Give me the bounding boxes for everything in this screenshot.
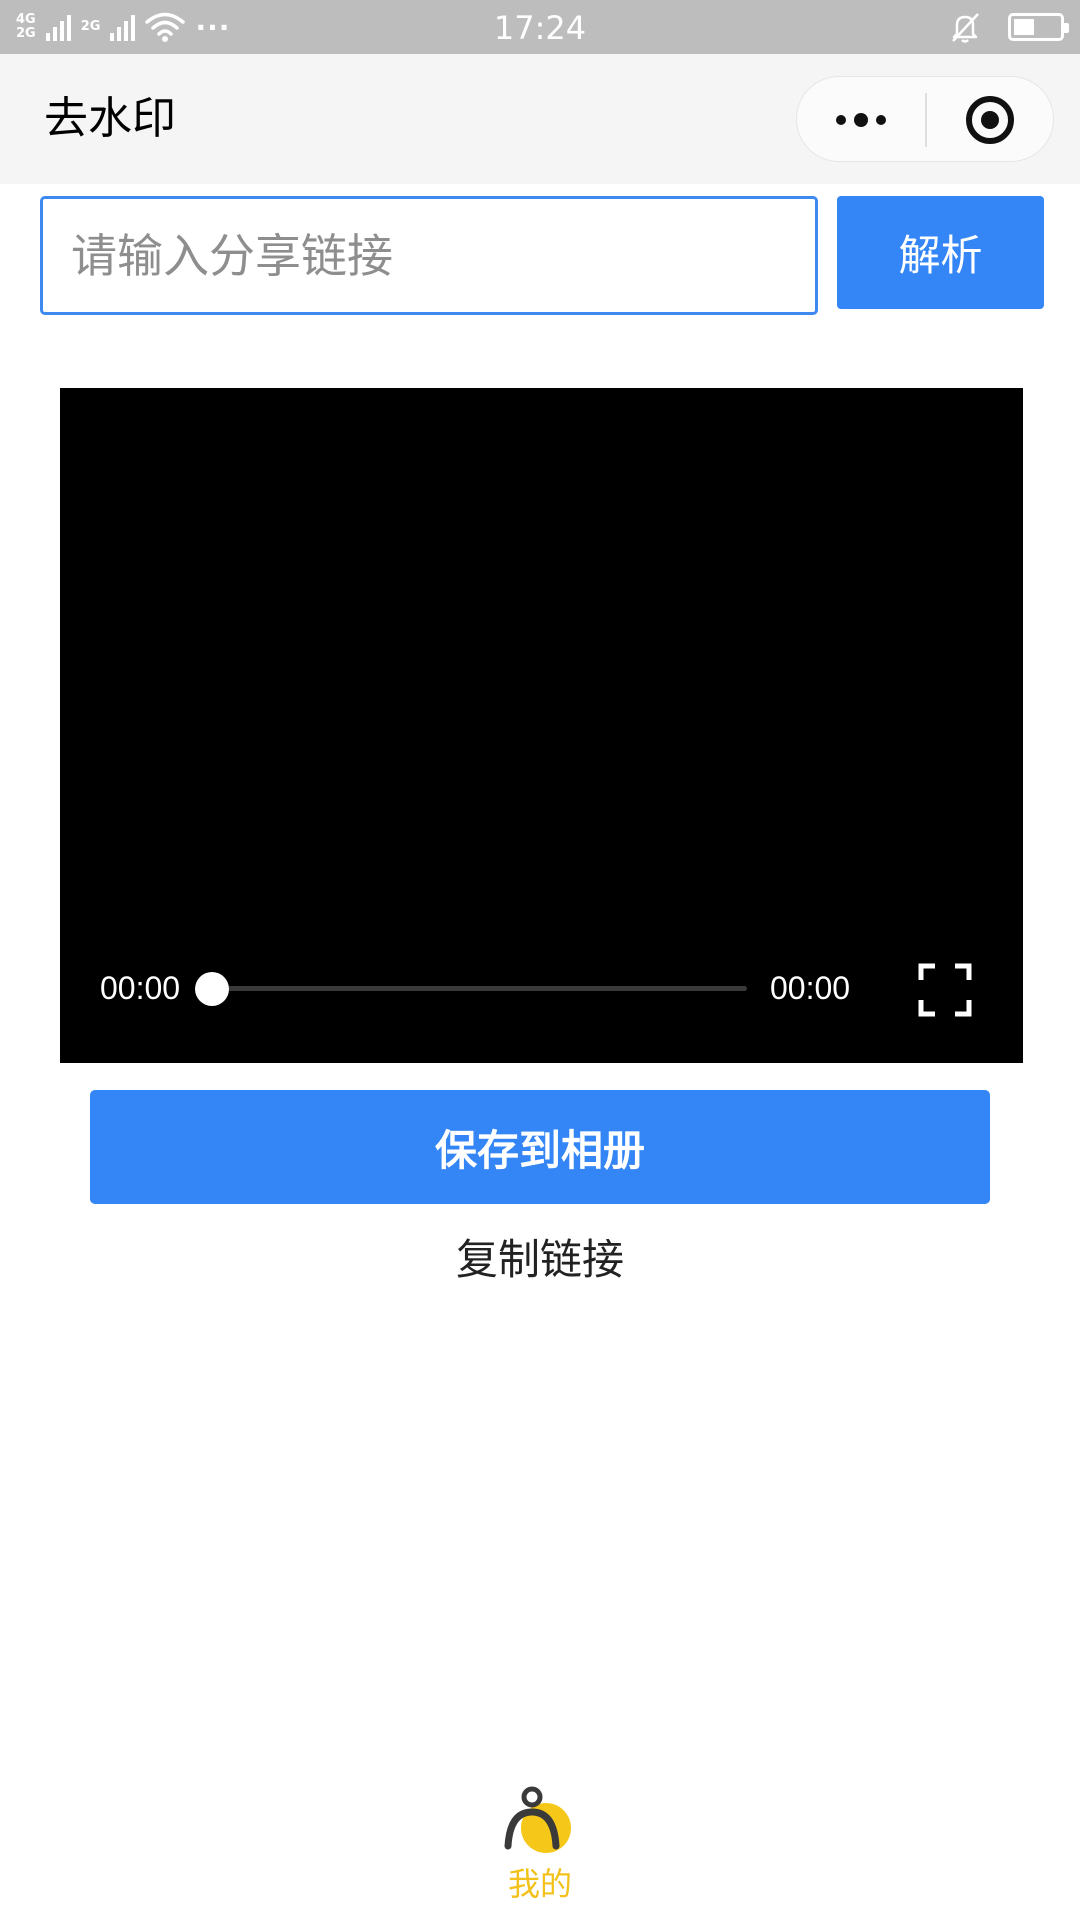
fullscreen-icon[interactable] [917,962,973,1018]
video-player[interactable]: 00:00 00:00 [60,388,1023,1063]
tab-mine-label: 我的 [507,1865,572,1903]
battery-fill [1014,19,1034,35]
nav-bar: 去水印 [0,54,1080,184]
target-circle-icon [966,96,1014,144]
video-progress-knob[interactable] [195,972,229,1006]
status-right [948,10,1069,44]
status-bar: 4G 2G 2G ··· 17:24 [0,0,1080,54]
video-progress-bar[interactable] [195,972,747,1006]
share-link-input[interactable] [40,196,818,315]
status-time: 17:24 [493,9,587,47]
dot [876,115,886,125]
bell-off-icon [952,13,979,43]
page: 4G 2G 2G ··· 17:24 去水印 请输入分享链接 解析 00:00 … [0,0,1080,1920]
close-miniprogram-button[interactable] [926,77,1054,163]
copy-link-button[interactable]: 复制链接 [0,1232,1080,1288]
dot [836,115,846,125]
save-to-album-button[interactable]: 保存到相册 [90,1090,990,1204]
user-icon [504,1786,571,1853]
menu-capsule [796,76,1054,162]
more-dots-icon[interactable] [797,77,925,163]
page-title: 去水印 [44,93,176,144]
battery-nub [1064,23,1069,33]
video-current-time: 00:00 [100,970,181,1006]
video-total-time: 00:00 [770,970,851,1006]
tab-mine[interactable]: 我的 [490,1784,590,1904]
battery-icon [1008,13,1069,41]
parse-button[interactable]: 解析 [837,196,1044,309]
dot [854,113,868,127]
